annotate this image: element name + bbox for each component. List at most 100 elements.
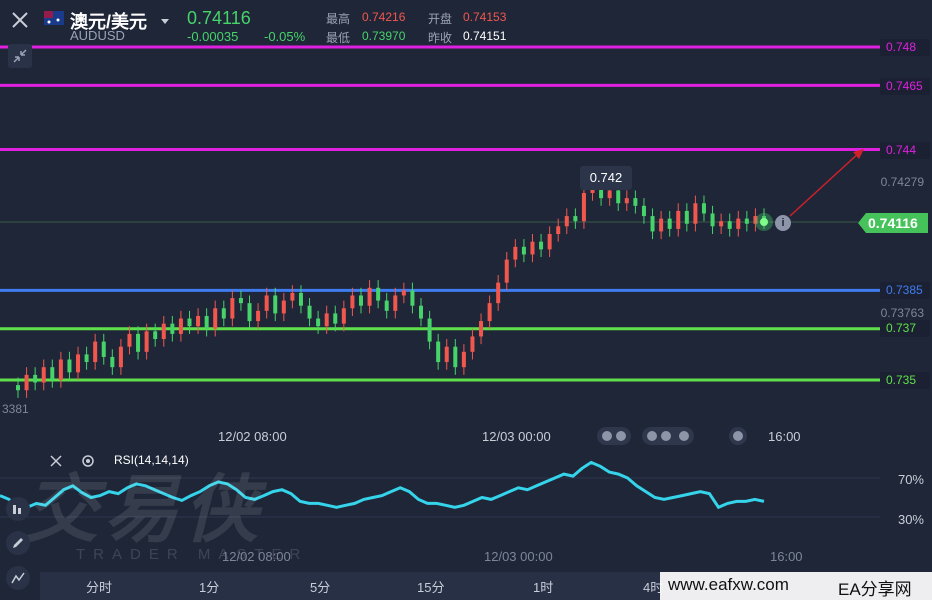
candle-body xyxy=(479,321,484,337)
candle-body xyxy=(247,303,252,322)
close-icon[interactable] xyxy=(8,8,32,32)
candle-body xyxy=(504,259,509,283)
candle-body xyxy=(547,233,552,250)
time-label-1: 12/02 08:00 xyxy=(218,429,287,444)
tab-time-sharing[interactable]: 分时 xyxy=(86,577,112,596)
candle-body xyxy=(41,367,46,383)
current-price-marker: 0.74116 xyxy=(858,213,928,233)
candle-body xyxy=(710,213,715,227)
price-change: -0.00035 xyxy=(187,29,239,44)
level-tag-0735[interactable]: 0.735 xyxy=(880,372,930,389)
candle-body xyxy=(230,298,235,319)
last-price-dot xyxy=(760,218,768,226)
open-value: 0.74153 xyxy=(463,10,507,24)
candle-body xyxy=(324,313,329,327)
candle-body xyxy=(24,374,29,391)
low-value: 0.73970 xyxy=(362,29,406,43)
event-marker-single[interactable] xyxy=(729,427,747,450)
tab-1hour[interactable]: 1时 xyxy=(533,577,553,596)
footer-brand: EA分享网 xyxy=(838,580,912,599)
candle-body xyxy=(736,218,741,229)
candle-body xyxy=(256,310,261,322)
level-tag-07385[interactable]: 0.7385 xyxy=(880,282,930,299)
tab-5min[interactable]: 5分 xyxy=(310,577,330,596)
indicator-icon[interactable] xyxy=(6,566,30,590)
candle-body xyxy=(196,315,201,327)
candle-body xyxy=(136,333,141,352)
candle-body xyxy=(178,318,183,334)
candle-body xyxy=(616,190,621,204)
candle-body xyxy=(659,218,664,232)
candle-body xyxy=(521,246,526,255)
candle-body xyxy=(684,210,689,224)
candle-body xyxy=(316,318,321,327)
time-label-3: 16:00 xyxy=(768,429,801,444)
candle-body xyxy=(573,216,578,222)
symbol-code: AUDUSD xyxy=(70,28,125,43)
candle-body xyxy=(444,346,449,363)
price-change-pct: -0.05% xyxy=(264,29,306,44)
prev-close-value: 0.74151 xyxy=(463,29,507,43)
high-value: 0.74216 xyxy=(362,10,406,24)
candle-body xyxy=(281,300,286,314)
candle-body xyxy=(633,198,638,206)
candle-body xyxy=(667,218,672,229)
level-tag-0737[interactable]: 0.737 xyxy=(880,320,930,337)
candle-body xyxy=(556,226,561,234)
candle-body xyxy=(76,354,81,373)
tab-1min[interactable]: 1分 xyxy=(199,577,219,596)
prev-close-label: 昨收 xyxy=(428,31,453,45)
candle-body xyxy=(238,298,243,304)
layers-icon[interactable] xyxy=(6,497,30,521)
candle-body xyxy=(641,205,646,217)
candle-body xyxy=(93,341,98,363)
candle-body xyxy=(307,305,312,319)
candle-body xyxy=(624,198,629,204)
candle-body xyxy=(84,354,89,363)
candle-body xyxy=(496,282,501,304)
tab-15min[interactable]: 15分 xyxy=(417,577,444,596)
current-price-marker-label: 0.74116 xyxy=(868,215,918,231)
candle-body xyxy=(350,295,355,309)
event-marker-group-2[interactable] xyxy=(642,427,698,450)
candle-body xyxy=(213,308,218,329)
rsi-label: RSI(14,14,14) xyxy=(114,453,189,467)
rsi-time-label-3: 16:00 xyxy=(770,549,803,564)
price-annotation[interactable]: 0.742 xyxy=(580,166,632,190)
level-tag-07465[interactable]: 0.7465 xyxy=(880,78,930,95)
candle-body xyxy=(487,303,492,322)
candle-body xyxy=(290,292,295,301)
rsi-time-label-2: 12/03 00:00 xyxy=(484,549,553,564)
rsi-level-70: 70% xyxy=(897,472,924,487)
candle-body xyxy=(436,341,441,363)
settings-rsi-icon[interactable] xyxy=(76,449,100,473)
info-icon[interactable]: i xyxy=(775,215,791,231)
rsi-time-label-1: 12/02 08:00 xyxy=(222,549,291,564)
candle-body xyxy=(153,331,158,340)
projection-line xyxy=(789,151,861,217)
candle-body xyxy=(401,290,406,296)
flag-au-icon xyxy=(44,11,64,25)
candle-body xyxy=(744,218,749,224)
candle-body xyxy=(118,346,123,368)
candle-body xyxy=(341,308,346,324)
candle-body xyxy=(676,210,681,229)
level-tag-0744[interactable]: 0.744 xyxy=(880,142,930,159)
event-marker-group-1[interactable] xyxy=(597,427,637,450)
candle-body xyxy=(376,287,381,301)
candle-body xyxy=(607,190,612,199)
chevron-down-icon[interactable] xyxy=(160,13,170,31)
candle-body xyxy=(144,331,149,352)
close-rsi-icon[interactable] xyxy=(44,449,68,473)
candle-body xyxy=(539,241,544,250)
candle-body xyxy=(393,295,398,311)
candle-body xyxy=(419,305,424,319)
level-tag-0748[interactable]: 0.748 xyxy=(880,39,930,56)
collapse-icon[interactable] xyxy=(8,44,32,68)
pencil-icon[interactable] xyxy=(6,531,30,555)
current-price: 0.74116 xyxy=(187,8,251,28)
low-label: 最低 xyxy=(326,31,351,45)
candle-body xyxy=(221,308,226,319)
candle-body xyxy=(719,221,724,227)
candle-body xyxy=(358,295,363,306)
